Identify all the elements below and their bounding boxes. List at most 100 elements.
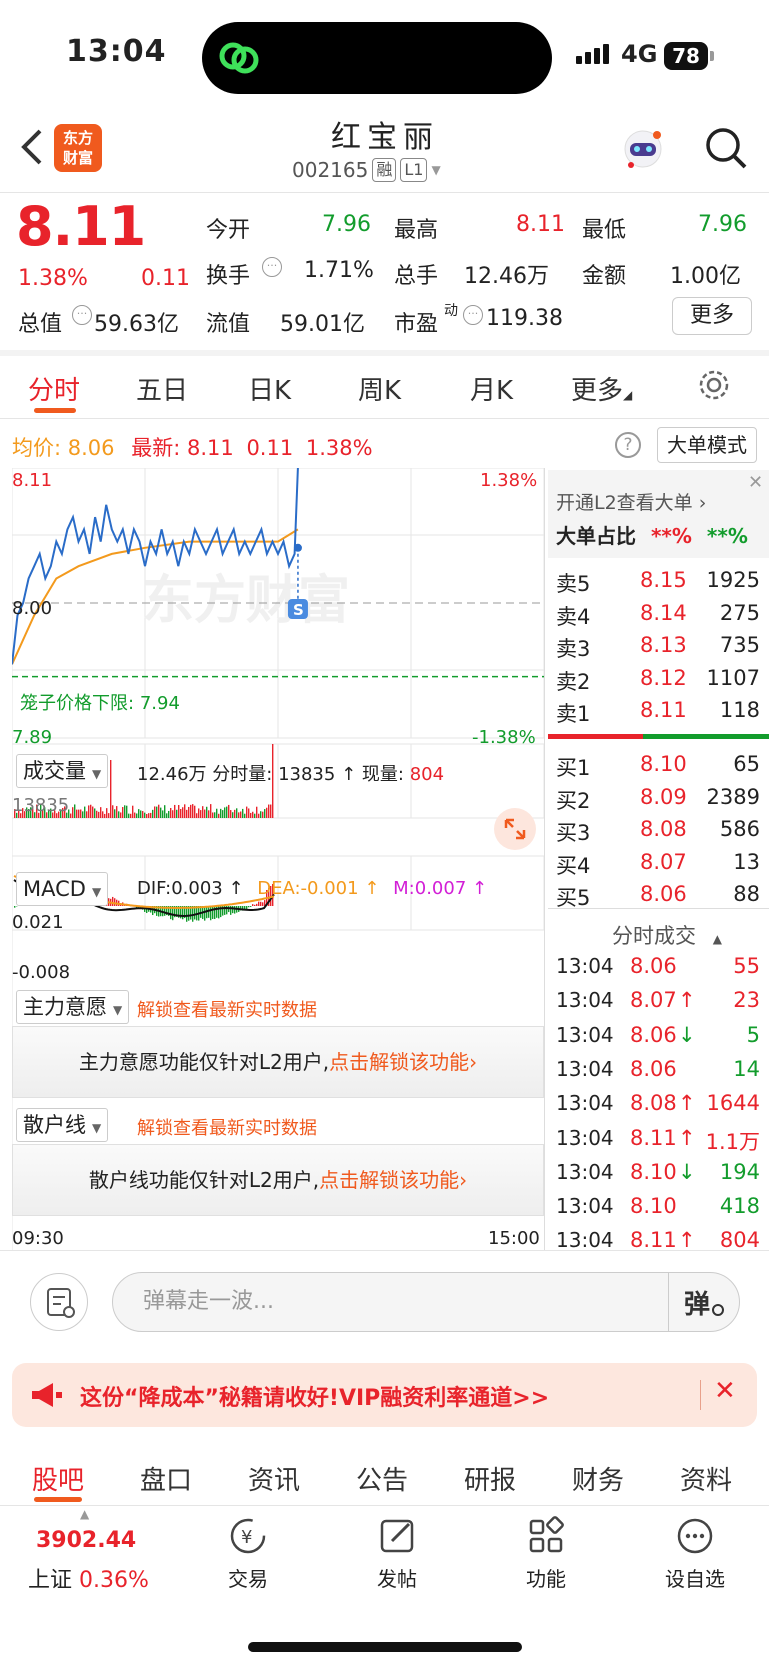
tab-profile[interactable]: 资料	[680, 1460, 732, 1497]
divider	[700, 1380, 701, 1410]
big-ratio-label: 大单占比	[556, 524, 636, 548]
danmu-input[interactable]: 弹幕走一波...	[112, 1272, 740, 1332]
volume-bar	[140, 810, 142, 818]
retail-line-lock-panel[interactable]: 散户线功能仅针对L2用户,点击解锁该功能›	[12, 1144, 544, 1216]
l2-banner-text[interactable]: 开通L2查看大单 ›	[556, 488, 706, 515]
pe-sup: 动	[444, 303, 458, 319]
volume-bar	[120, 812, 122, 818]
danmu-send-button[interactable]: 弹	[684, 1284, 710, 1321]
main-force-lock-panel[interactable]: 主力意愿功能仅针对L2用户,点击解锁该功能›	[12, 1026, 544, 1098]
nav-watchlist[interactable]: 设自选	[645, 1515, 745, 1592]
tab-guba[interactable]: 股吧	[32, 1460, 84, 1497]
volume-bar	[186, 809, 188, 818]
volume-bar	[216, 808, 218, 818]
index-pct: 0.36%	[79, 1568, 149, 1593]
help-icon[interactable]: ?	[615, 432, 641, 458]
volume-bar	[182, 807, 184, 818]
macd-indicator-select[interactable]: MACD ▼	[16, 872, 109, 906]
nav-post-label: 发帖	[377, 1567, 417, 1591]
retail-line-unlock-link[interactable]: 点击解锁该功能	[319, 1168, 459, 1192]
tick-time: 13:04	[556, 1022, 614, 1047]
tick-price: 8.10	[630, 1159, 677, 1184]
volume-bar	[122, 807, 124, 818]
volume-bar	[188, 806, 190, 818]
index-row[interactable]: 上证 0.36%	[28, 1562, 149, 1594]
back-icon[interactable]	[18, 128, 46, 166]
stock-code-row[interactable]: 002165 融 L1 ▼	[292, 158, 441, 182]
close-icon[interactable]: ✕	[748, 472, 763, 493]
avg-label: 均价:	[12, 436, 62, 460]
volume-indicator-select[interactable]: 成交量 ▼	[16, 754, 109, 788]
volume-bar	[84, 806, 86, 818]
divider	[0, 350, 769, 356]
tab-monthly-k[interactable]: 月K	[470, 370, 513, 407]
change-pct: 1.38%	[18, 266, 88, 291]
tab-fenshi[interactable]: 分时	[28, 370, 80, 407]
promo-text[interactable]: 这份“降成本”秘籍请收好!VIP融资利率通道>>	[80, 1380, 549, 1412]
close-icon[interactable]: ✕	[714, 1376, 736, 1406]
expand-icon[interactable]	[494, 808, 536, 850]
main-force-hint[interactable]: 解锁查看最新实时数据	[137, 996, 317, 1022]
tab-news[interactable]: 资讯	[248, 1460, 300, 1497]
index-value[interactable]: 3902.44	[36, 1528, 136, 1553]
volume-bar	[110, 760, 112, 818]
volume-bar	[210, 804, 212, 818]
big-order-mode-button[interactable]: 大单模式	[657, 427, 757, 463]
main-force-select[interactable]: 主力意愿 ▼	[16, 990, 130, 1024]
ask-level: 卖4	[556, 604, 591, 629]
volume-bar	[250, 812, 252, 818]
ask-level: 卖2	[556, 669, 591, 694]
chevron-right-icon: ›	[469, 1050, 478, 1074]
cur-label: 现量:	[361, 764, 404, 785]
buy-strength-bar	[643, 734, 769, 739]
nav-trade[interactable]: ¥ 交易	[198, 1515, 298, 1592]
ticks-title[interactable]: 分时成交 ▲	[612, 920, 722, 950]
divider	[0, 192, 769, 193]
tab-more[interactable]: 更多◢	[571, 370, 632, 407]
volume-bar	[234, 809, 236, 818]
volume-bar	[118, 811, 120, 818]
big-buy-ratio: **%	[650, 524, 692, 548]
volume-bar	[116, 806, 118, 818]
tick-price: 8.06	[630, 954, 677, 978]
more-button[interactable]: 更多	[672, 297, 752, 335]
info-icon[interactable]: ···	[262, 257, 282, 277]
nav-function[interactable]: 功能	[496, 1515, 596, 1592]
l2-banner-label: 开通L2查看大单	[556, 492, 693, 514]
tab-five-day[interactable]: 五日	[136, 370, 188, 407]
macd-bar	[254, 904, 256, 906]
volume-bar	[70, 813, 72, 818]
main-force-unlock-link[interactable]: 点击解锁该功能	[329, 1050, 469, 1074]
info-icon[interactable]: ···	[463, 305, 483, 325]
nav-post[interactable]: 发帖	[347, 1515, 447, 1592]
link-icon	[219, 42, 259, 74]
volume-bar	[214, 812, 216, 818]
volume-bar	[146, 813, 148, 818]
volume-bar	[134, 812, 136, 818]
y-top-label: 8.11	[12, 470, 53, 491]
tick-price: 8.10	[630, 1194, 677, 1219]
tab-finance[interactable]: 财务	[572, 1460, 624, 1497]
tab-announcements[interactable]: 公告	[356, 1460, 408, 1497]
battery-icon: 78	[664, 42, 708, 70]
volume-bar	[218, 813, 220, 818]
tab-daily-k[interactable]: 日K	[248, 370, 291, 407]
search-icon[interactable]	[704, 126, 748, 170]
retail-line-hint[interactable]: 解锁查看最新实时数据	[137, 1114, 317, 1140]
retail-line-select[interactable]: 散户线 ▼	[16, 1108, 109, 1142]
volume-bar	[86, 811, 88, 818]
gear-icon[interactable]	[697, 368, 731, 402]
info-icon[interactable]: ···	[72, 305, 92, 325]
tab-underline	[34, 408, 76, 413]
volume-bar	[164, 805, 166, 818]
nav-trade-label: 交易	[228, 1567, 268, 1591]
volume-bar	[244, 813, 246, 818]
tick-price: 8.06	[630, 1056, 677, 1081]
caret-icon: ◢	[623, 388, 633, 402]
post-list-icon[interactable]	[30, 1273, 88, 1331]
tab-weekly-k[interactable]: 周K	[358, 370, 401, 407]
tab-pankou[interactable]: 盘口	[140, 1460, 192, 1497]
watermark: 东方财富	[142, 571, 350, 631]
tab-research[interactable]: 研报	[464, 1460, 516, 1497]
robot-assistant-icon[interactable]	[617, 125, 669, 177]
